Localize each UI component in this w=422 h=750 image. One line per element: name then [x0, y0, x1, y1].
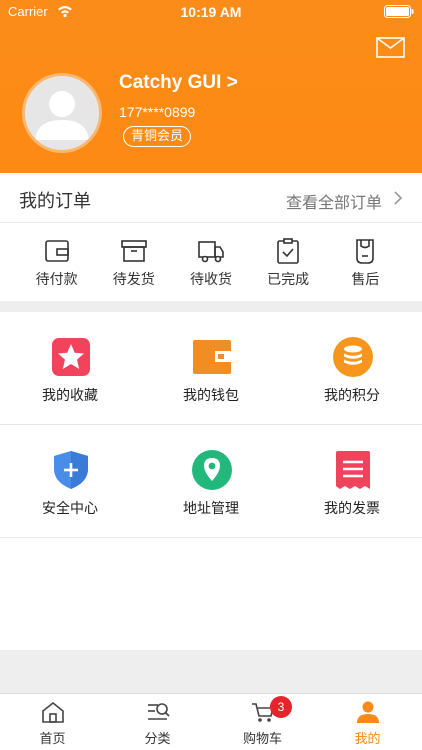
member-level-badge: 青铜会员: [123, 126, 192, 147]
coins-icon: [333, 337, 373, 377]
username[interactable]: Catchy GUI >: [119, 72, 238, 94]
tab-label: 首页: [39, 732, 66, 747]
order-status-label: 待发货: [112, 272, 155, 288]
status-bar: Carrier 10:19 AM: [0, 0, 422, 24]
shield-icon: [54, 451, 88, 489]
service-wallet[interactable]: 我的钱包: [141, 312, 281, 424]
wallet-icon: [193, 340, 231, 374]
service-label: 我的钱包: [183, 388, 239, 404]
tab-label: 分类: [144, 732, 171, 747]
service-address[interactable]: 地址管理: [141, 425, 281, 537]
truck-icon: [198, 241, 224, 263]
home-icon: [42, 701, 64, 723]
service-label: 地址管理: [183, 501, 239, 517]
tab-cart[interactable]: 购物车: [210, 694, 315, 750]
default-avatar-icon: [35, 91, 89, 140]
order-status-label: 售后: [351, 272, 380, 288]
service-label: 安全中心: [42, 501, 98, 517]
orders-title: 我的订单: [19, 191, 91, 212]
orders-header[interactable]: 我的订单 查看全部订单: [0, 173, 422, 223]
order-status-label: 待收货: [189, 272, 232, 288]
wallet-icon: [44, 240, 69, 262]
service-label: 我的发票: [324, 501, 380, 517]
services-row-2: 安全中心 地址管理 我的发票: [0, 425, 422, 538]
order-status-row: 待付款 待发货 待收货 已完成 售后: [0, 224, 422, 301]
service-label: 我的积分: [324, 388, 380, 404]
tab-category[interactable]: 分类: [105, 694, 210, 750]
after-sale-icon: [356, 239, 375, 264]
tab-mine[interactable]: 我的: [315, 694, 420, 750]
invoice-icon: [336, 451, 370, 489]
view-all-orders-link[interactable]: 查看全部订单: [286, 189, 382, 213]
service-security-center[interactable]: 安全中心: [0, 425, 140, 537]
service-label: 我的收藏: [42, 388, 98, 404]
cart-count-badge: 3: [270, 696, 292, 718]
bottom-spacer: [0, 650, 422, 693]
service-favorites[interactable]: 我的收藏: [0, 312, 140, 424]
service-invoice[interactable]: 我的发票: [282, 425, 422, 537]
avatar[interactable]: [22, 73, 102, 153]
person-icon: [357, 701, 379, 723]
clock: 10:19 AM: [180, 4, 242, 20]
order-status-after-sale[interactable]: 售后: [335, 224, 395, 301]
order-status-pending-payment[interactable]: 待付款: [27, 224, 87, 301]
phone-number: 177****0899: [119, 104, 196, 120]
battery-icon: [384, 5, 414, 18]
tab-bar: 首页 分类 购物车 我的: [0, 693, 422, 750]
star-icon: [52, 338, 90, 376]
clipboard-check-icon: [277, 238, 299, 264]
category-search-icon: [148, 703, 170, 720]
box-icon: [120, 240, 147, 262]
order-status-completed[interactable]: 已完成: [258, 224, 318, 301]
section-divider: [0, 301, 422, 312]
chevron-right-icon: [394, 191, 403, 205]
order-status-label: 已完成: [267, 272, 310, 288]
tab-label: 购物车: [242, 732, 282, 747]
order-status-pending-shipment[interactable]: 待发货: [104, 224, 164, 301]
tab-label: 我的: [354, 732, 381, 747]
services-row-1: 我的收藏 我的钱包 我的积分: [0, 312, 422, 425]
location-pin-icon: [192, 450, 232, 490]
order-status-label: 待付款: [35, 272, 78, 288]
order-status-pending-receipt[interactable]: 待收货: [181, 224, 241, 301]
message-icon[interactable]: [376, 37, 405, 58]
profile-header: Carrier 10:19 AM Catchy GUI > 177****089…: [0, 0, 422, 173]
service-points[interactable]: 我的积分: [282, 312, 422, 424]
tab-home[interactable]: 首页: [0, 694, 105, 750]
